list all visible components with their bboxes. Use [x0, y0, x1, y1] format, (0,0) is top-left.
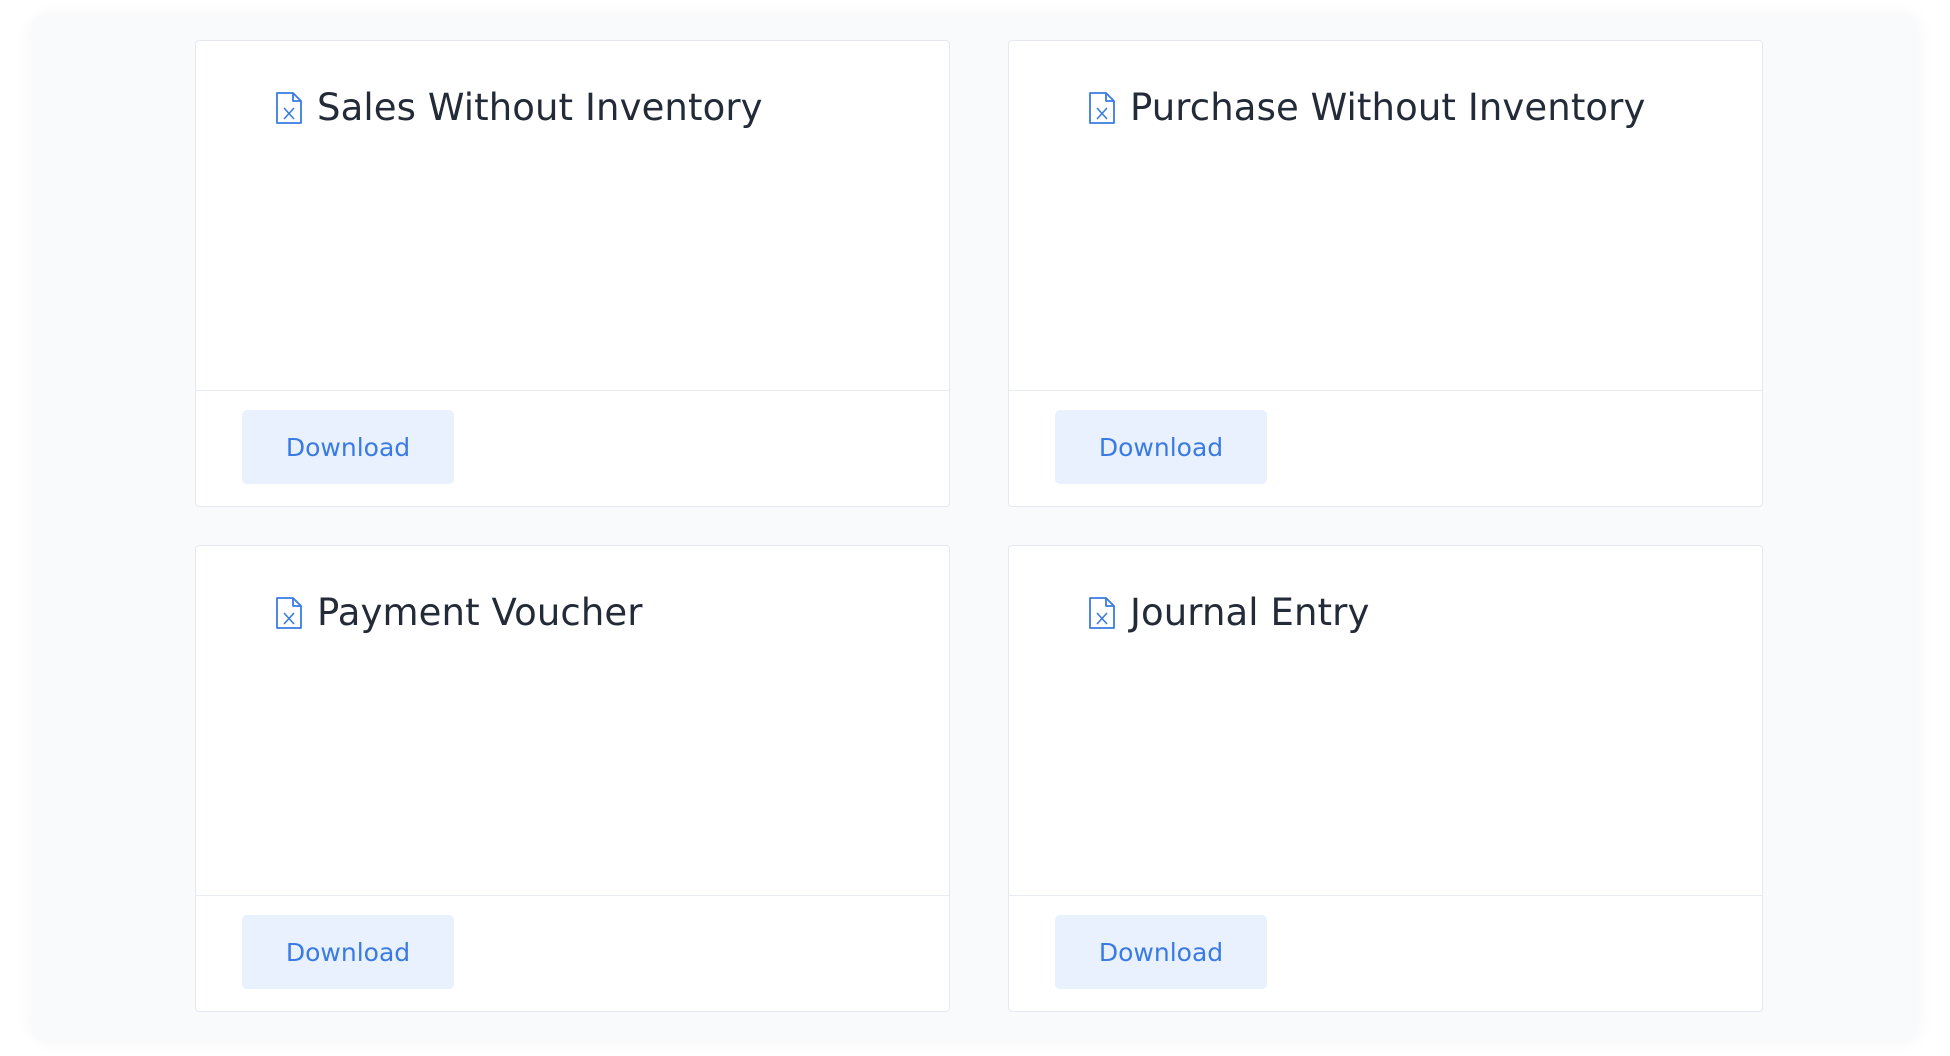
card-title: Purchase Without Inventory [1087, 89, 1645, 126]
download-button-journal-entry[interactable]: Download [1055, 915, 1267, 989]
card-title: Payment Voucher [274, 594, 643, 631]
card-title-text: Journal Entry [1130, 591, 1370, 634]
excel-file-icon [1087, 595, 1117, 631]
card-title: Sales Without Inventory [274, 89, 763, 126]
excel-file-icon [274, 595, 304, 631]
template-card-purchase: Purchase Without Inventory Download [1008, 40, 1763, 507]
download-button-purchase[interactable]: Download [1055, 410, 1267, 484]
card-title: Journal Entry [1087, 594, 1369, 631]
download-button-payment-voucher[interactable]: Download [242, 915, 454, 989]
card-footer: Download [196, 896, 949, 1011]
template-card-journal-entry: Journal Entry Download [1008, 545, 1763, 1012]
template-card-payment-voucher: Payment Voucher Download [195, 545, 950, 1012]
card-body: Payment Voucher [196, 546, 949, 896]
card-body: Sales Without Inventory [196, 41, 949, 391]
card-title-text: Payment Voucher [317, 591, 643, 634]
card-footer: Download [1009, 896, 1762, 1011]
card-footer: Download [1009, 391, 1762, 506]
card-title-text: Purchase Without Inventory [1130, 86, 1646, 129]
templates-panel: Sales Without Inventory Download Purchas… [32, 16, 1918, 1040]
download-button-sales[interactable]: Download [242, 410, 454, 484]
excel-file-icon [274, 90, 304, 126]
card-title-text: Sales Without Inventory [317, 86, 763, 129]
template-grid: Sales Without Inventory Download Purchas… [195, 40, 1763, 1012]
excel-file-icon [1087, 90, 1117, 126]
card-body: Journal Entry [1009, 546, 1762, 896]
card-body: Purchase Without Inventory [1009, 41, 1762, 391]
template-card-sales: Sales Without Inventory Download [195, 40, 950, 507]
card-footer: Download [196, 391, 949, 506]
